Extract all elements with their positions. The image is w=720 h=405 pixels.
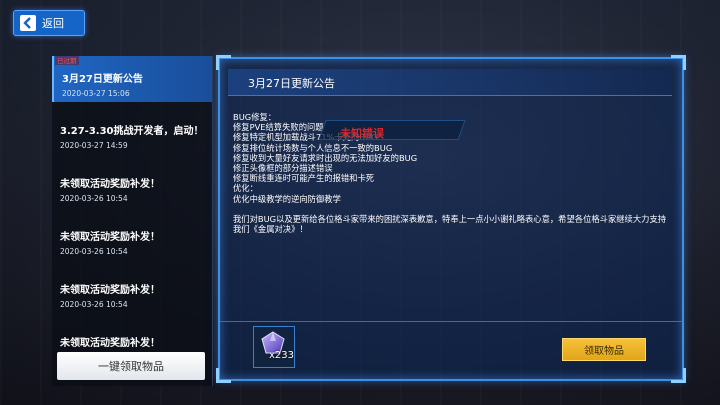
list-item-challenge[interactable]: 3.27-3.30挑战开发者，启动！ 2020-03-27 14:59	[52, 116, 212, 162]
reward-item-slot[interactable]	[253, 326, 295, 368]
list-item-reward-reissue[interactable]: 未领取活动奖励补发！ 2020-03-26 10:54	[52, 222, 212, 268]
list-item-title: 3.27-3.30挑战开发者，启动！	[60, 126, 204, 137]
body-line: 修复收到大量好友请求时出现的无法加好友的BUG	[233, 152, 418, 163]
claim-reward-button[interactable]: 领取物品	[562, 338, 646, 361]
list-item-reward-reissue[interactable]: 未领取活动奖励补发！ 2020-03-26 10:54	[52, 169, 212, 215]
list-item-title: 未领取活动奖励补发！	[60, 285, 160, 296]
body-line: 修正头像框的部分描述错误	[233, 163, 333, 174]
expired-badge: 已过期	[55, 55, 79, 65]
frame-corner	[671, 55, 686, 70]
back-arrow-icon	[20, 15, 36, 31]
error-text: 未知错误	[340, 127, 384, 140]
list-item-title: 未领取活动奖励补发！	[60, 232, 160, 243]
apology-paragraph: 我们对BUG以及更新给各位格斗家带来的困扰深表歉意，特奉上一点小小谢礼略表心意，…	[233, 213, 667, 235]
list-item-date: 2020-03-26 10:54	[60, 194, 128, 203]
body-line: 修复断线重连时可能产生的报错和卡死	[233, 173, 375, 184]
frame-corner	[216, 368, 231, 383]
reward-quantity: x233	[269, 350, 295, 361]
content-title: 3月27日更新公告	[248, 77, 335, 90]
list-item-title: 未领取活动奖励补发！	[60, 338, 160, 349]
back-button[interactable]: 返回	[13, 10, 85, 36]
reward-divider	[220, 321, 682, 322]
body-line: 修复排位统计场数与个人信息不一致的BUG	[233, 142, 393, 153]
list-item-date: 2020-03-27 15:06	[62, 89, 130, 98]
back-label: 返回	[42, 17, 64, 30]
list-item-reward-reissue[interactable]: 未领取活动奖励补发！ 2020-03-26 10:54	[52, 275, 212, 321]
content-title-bar: 3月27日更新公告	[228, 69, 672, 96]
list-item-date: 2020-03-26 10:54	[60, 247, 128, 256]
frame-corner	[216, 55, 231, 70]
list-item-title: 未领取活动奖励补发！	[60, 179, 160, 190]
list-item-date: 2020-03-26 10:54	[60, 300, 128, 309]
list-item-update-0327[interactable]: 已过期 3月27日更新公告 2020-03-27 15:06	[52, 55, 212, 102]
frame-corner	[671, 368, 686, 383]
body-line: 优化中级教学的逆向防御教学	[233, 193, 341, 204]
list-item-title: 3月27日更新公告	[62, 74, 143, 85]
announcement-list[interactable]: 已过期 3月27日更新公告 2020-03-27 15:06 3.27-3.30…	[52, 55, 213, 386]
body-line: 优化：	[233, 183, 258, 194]
list-item-date: 2020-03-27 14:59	[60, 141, 128, 150]
claim-all-button[interactable]: 一键领取物品	[57, 352, 205, 380]
